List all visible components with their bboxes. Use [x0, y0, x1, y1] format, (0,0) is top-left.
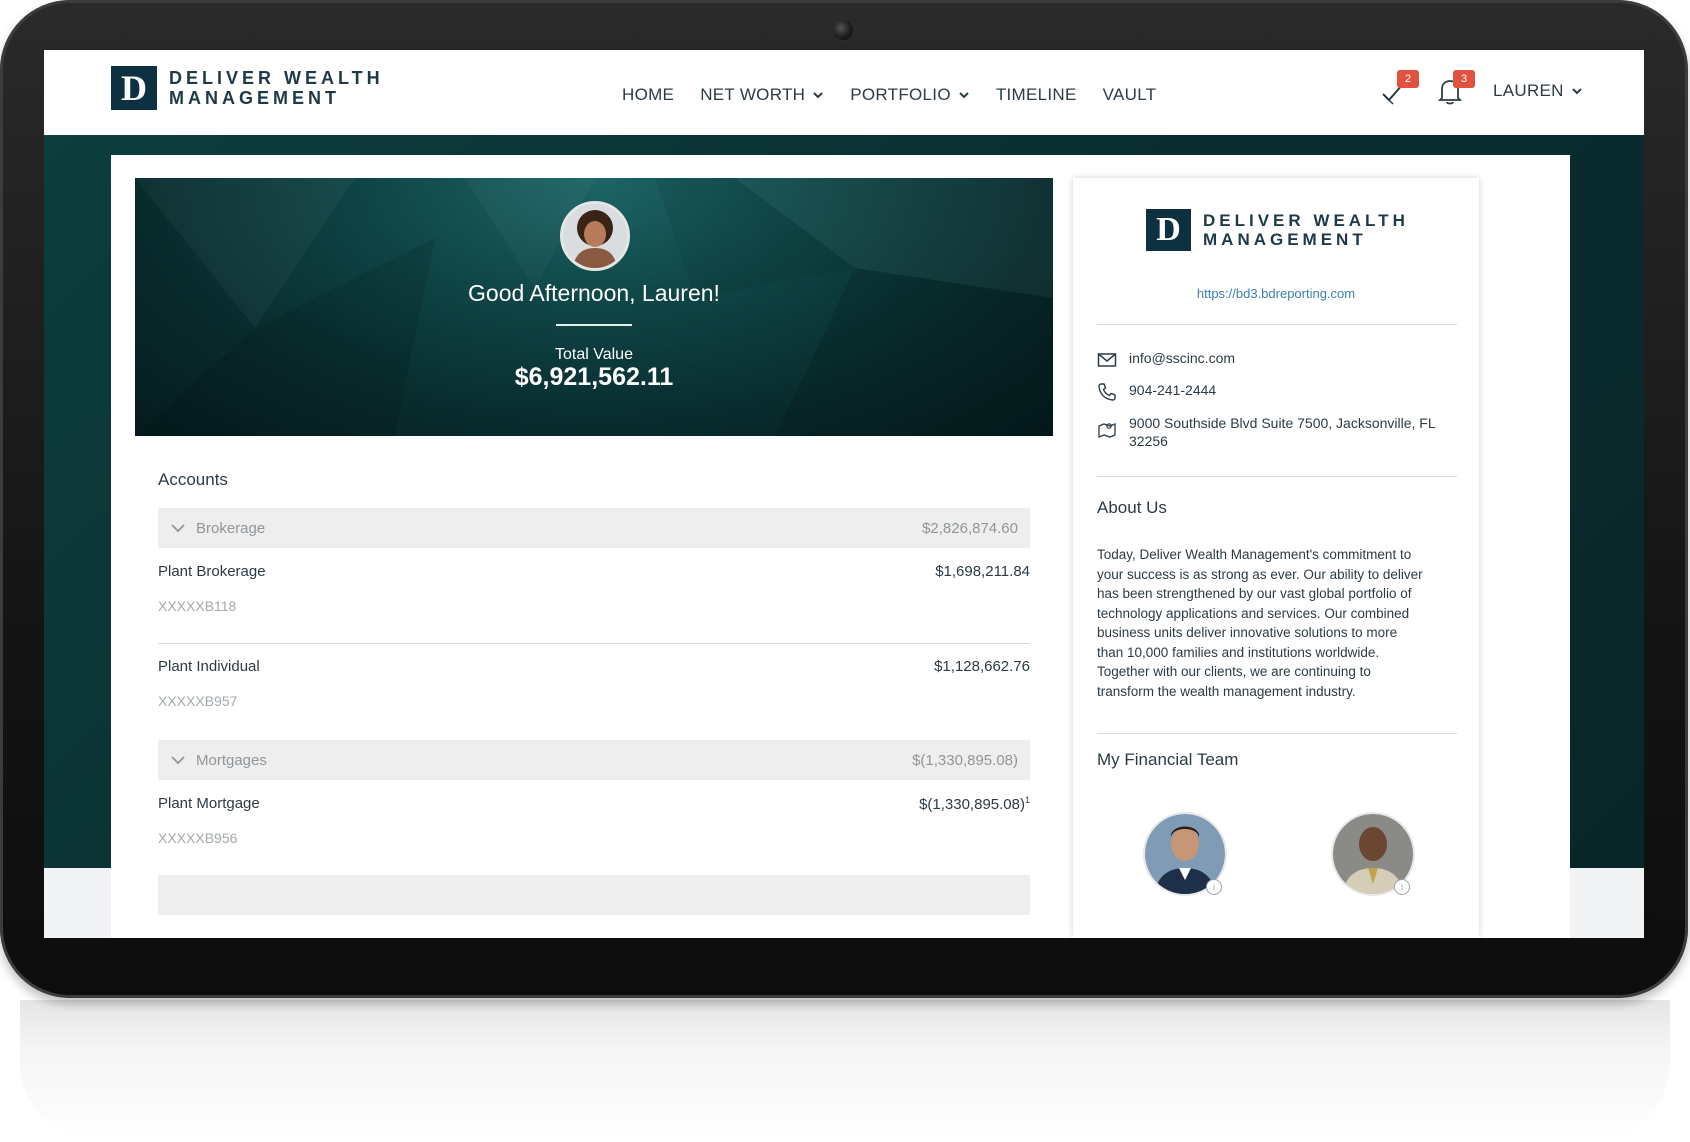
welcome-hero: Good Afternoon, Lauren! Total Value $6,9…	[135, 178, 1053, 436]
account-value: $(1,330,895.08)1	[919, 795, 1030, 813]
logo-mark: D	[1146, 209, 1191, 251]
account-name: Plant Brokerage	[158, 563, 266, 580]
firm-info-card: D DELIVER WEALTH MANAGEMENT https://bd3.…	[1073, 178, 1479, 938]
greeting-text: Good Afternoon, Lauren!	[468, 280, 720, 306]
account-value: $1,698,211.84	[935, 563, 1030, 580]
accounts-heading: Accounts	[158, 470, 228, 489]
nav-vault[interactable]: VAULT	[1103, 82, 1157, 108]
nav-home-label: HOME	[622, 85, 675, 104]
nav-net-worth-label: NET WORTH	[700, 85, 806, 104]
total-value-label: Total Value	[555, 346, 633, 363]
chevron-down-icon	[959, 92, 969, 99]
firm-logo: D DELIVER WEALTH MANAGEMENT	[1146, 209, 1409, 251]
firm-phone: 904-241-2444	[1129, 382, 1217, 398]
group-name: Brokerage	[196, 519, 266, 537]
mail-icon	[1097, 353, 1117, 367]
user-menu-label: LAUREN	[1493, 81, 1564, 100]
account-number: XXXXXB118	[158, 598, 237, 614]
about-line: than 10,000 families and institutions wo…	[1097, 644, 1380, 660]
group-value: $2,826,874.60	[922, 519, 1018, 537]
account-name: Plant Mortgage	[158, 795, 260, 812]
address-row[interactable]: 9000 Southside Blvd Suite 7500, Jacksonv…	[1097, 415, 1436, 449]
group-name: Mortgages	[196, 751, 267, 769]
firm-website-link[interactable]: https://bd3.bdreporting.com	[1073, 286, 1479, 301]
account-number: XXXXXB957	[158, 693, 238, 709]
nav-home[interactable]: HOME	[622, 82, 675, 138]
logo-line-1: DELIVER WEALTH	[1203, 211, 1409, 230]
account-group-mortgages[interactable]: Mortgages $(1,330,895.08)	[158, 740, 1030, 780]
top-navigation-bar: D DELIVER WEALTH MANAGEMENT HOME NET WOR…	[44, 50, 1644, 138]
logo-mark: D	[111, 66, 157, 110]
total-value-amount: $6,921,562.11	[514, 363, 674, 391]
account-name: Plant Individual	[158, 658, 260, 675]
logo-line-2: MANAGEMENT	[169, 88, 340, 108]
nav-portfolio[interactable]: PORTFOLIO	[850, 82, 970, 108]
info-icon[interactable]: i	[1394, 879, 1410, 895]
logo-line-2: MANAGEMENT	[1203, 230, 1367, 249]
account-value: $1,128,662.76	[934, 658, 1030, 675]
about-line: business units deliver innovative soluti…	[1097, 625, 1398, 640]
card-divider	[1097, 476, 1457, 477]
tasks-badge: 2	[1397, 70, 1419, 88]
card-divider	[1097, 324, 1457, 325]
main-nav: HOME NET WORTH PORTFOLIO TIMELINE VAULT	[622, 82, 1182, 138]
firm-address: 9000 Southside Blvd Suite 7500, Jacksonv…	[1129, 415, 1436, 449]
address-line-2: 32256	[1129, 433, 1168, 449]
group-value: $(1,330,895.08)	[912, 751, 1018, 769]
brand-logo[interactable]: D DELIVER WEALTH MANAGEMENT	[111, 66, 384, 110]
logo-text: DELIVER WEALTH MANAGEMENT	[169, 69, 384, 107]
user-avatar[interactable]	[560, 201, 630, 271]
about-line: your success is as strong as ever. Our a…	[1097, 566, 1423, 582]
email-row[interactable]: info@sscinc.com	[1097, 350, 1235, 370]
notifications-badge: 3	[1453, 70, 1475, 88]
card-divider	[1097, 733, 1457, 734]
nav-portfolio-label: PORTFOLIO	[850, 85, 951, 104]
footnote-marker: 1	[1024, 795, 1030, 805]
user-menu[interactable]: LAUREN	[1493, 81, 1583, 101]
phone-row[interactable]: 904-241-2444	[1097, 382, 1216, 402]
chevron-down-icon	[171, 524, 185, 533]
tasks-button[interactable]: 2	[1377, 70, 1419, 108]
nav-net-worth[interactable]: NET WORTH	[700, 82, 824, 108]
address-line-1: 9000 Southside Blvd Suite 7500, Jacksonv…	[1129, 415, 1436, 431]
screen: D DELIVER WEALTH MANAGEMENT HOME NET WOR…	[44, 50, 1644, 938]
camera-dot	[833, 20, 853, 40]
device-reflection	[20, 1000, 1670, 1142]
about-line: Today, Deliver Wealth Management's commi…	[1097, 547, 1412, 562]
financial-team-heading: My Financial Team	[1097, 750, 1239, 769]
hero-divider	[556, 324, 632, 326]
account-group-partial[interactable]	[158, 875, 1030, 915]
user-portrait-icon	[563, 204, 627, 268]
account-divider	[158, 643, 1030, 644]
account-number: XXXXXB956	[158, 830, 238, 846]
dashboard-content: Good Afternoon, Lauren! Total Value $6,9…	[111, 155, 1570, 938]
firm-email: info@sscinc.com	[1129, 350, 1236, 366]
about-us-text: Today, Deliver Wealth Management's commi…	[1097, 545, 1457, 701]
about-us-heading: About Us	[1097, 498, 1167, 517]
notifications-button[interactable]: 3	[1433, 70, 1475, 108]
about-line: technology applications and services. Ou…	[1097, 605, 1410, 621]
map-icon	[1098, 423, 1116, 438]
about-line: Together with our clients, we are contin…	[1097, 664, 1371, 679]
phone-icon	[1098, 383, 1116, 401]
chevron-down-icon	[1572, 88, 1582, 95]
nav-timeline-label: TIMELINE	[995, 85, 1077, 104]
info-icon[interactable]: i	[1206, 879, 1222, 895]
about-line: transform the wealth management industry…	[1097, 683, 1356, 699]
account-value-amount: $(1,330,895.08)	[919, 796, 1025, 813]
logo-line-1: DELIVER WEALTH	[169, 68, 384, 88]
header-actions: 2 3 LAUREN	[1377, 70, 1583, 108]
nav-timeline[interactable]: TIMELINE	[996, 82, 1077, 108]
logo-text: DELIVER WEALTH MANAGEMENT	[1203, 212, 1409, 248]
about-line: has been strengthened by our vast global…	[1097, 586, 1412, 601]
chevron-down-icon	[171, 756, 185, 765]
account-group-brokerage[interactable]: Brokerage $2,826,874.60	[158, 508, 1030, 548]
nav-vault-label: VAULT	[1102, 85, 1157, 104]
chevron-down-icon	[813, 92, 823, 99]
